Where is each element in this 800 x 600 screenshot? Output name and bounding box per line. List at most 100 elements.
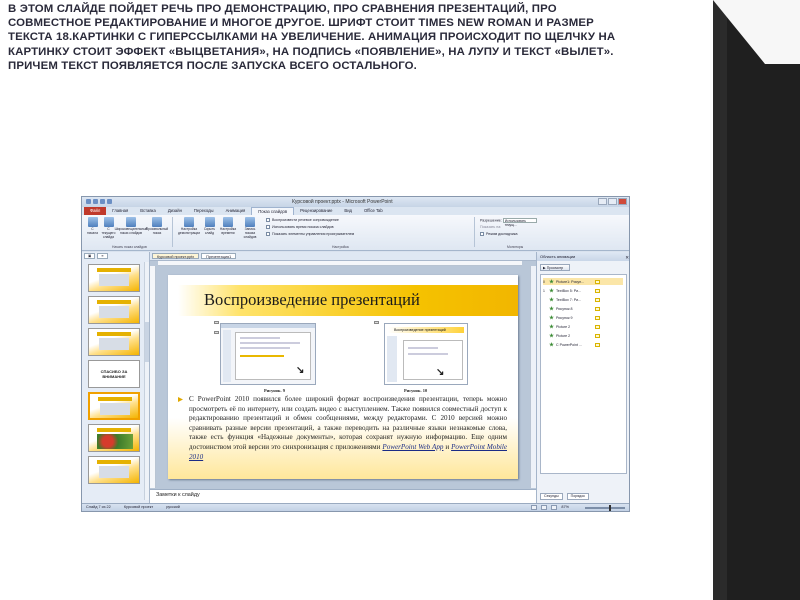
ribbon: С начала С текущего слайда Широковещател… — [82, 215, 629, 251]
tab-animation[interactable]: Анимация — [220, 207, 252, 215]
from-current-button[interactable]: С текущего слайда — [102, 217, 115, 239]
setup-show-button[interactable]: Настройка демонстрации — [178, 217, 200, 239]
bullet-icon — [178, 397, 183, 402]
document-tabs: Курсовой проект.pptx Презентация1 — [150, 252, 536, 261]
resolution-field[interactable]: Разрешение: Использовать текущ... — [480, 218, 537, 227]
checkbox-icon — [266, 232, 270, 236]
animation-item[interactable]: С PowerPoint ... — [543, 341, 600, 348]
normal-view-icon[interactable] — [531, 505, 538, 510]
window-controls — [598, 198, 627, 205]
timer-icon — [223, 217, 233, 227]
slide-thumbnail-selected[interactable]: 22 — [88, 392, 140, 420]
caption-figure-9[interactable]: Рисунок. 9 — [264, 388, 285, 393]
tab-slides[interactable]: ▣ — [84, 253, 96, 259]
presenter-view-checkbox[interactable]: Режим докладчика — [480, 232, 518, 236]
tab-transitions[interactable]: Переходы — [188, 207, 220, 215]
hide-slide-icon — [204, 217, 215, 227]
animation-item[interactable]: TextBox 7: Ри... — [543, 296, 600, 303]
star-icon — [549, 288, 554, 293]
animation-marker — [214, 321, 219, 324]
slide-thumbnail[interactable]: 21СПАСИБО ЗА ВНИМАНИЕ — [88, 360, 140, 388]
slide-thumbnail[interactable]: 20 — [88, 328, 140, 356]
ribbon-tabs: Файл Главная Вставка Дизайн Переходы Ани… — [82, 207, 629, 215]
animation-marker — [374, 321, 379, 324]
zoom-level[interactable]: 87% — [561, 504, 569, 511]
preview-button[interactable]: ▶ Просмотр — [540, 264, 570, 271]
slides-pane: ▣≡ 18 19 20 21СПАСИБО ЗА ВНИМАНИЕ 22 23 … — [82, 252, 150, 504]
timings-checkbox[interactable]: Использовать время показа слайдов — [266, 225, 334, 229]
doc-tab-project[interactable]: Курсовой проект.pptx — [152, 253, 200, 259]
tab-insert[interactable]: Вставка — [134, 207, 162, 215]
slide-thumbnail[interactable]: 19 — [88, 296, 140, 324]
powerpoint-screenshot: Курсовой проект.pptx - Microsoft PowerPo… — [81, 196, 630, 512]
tab-design[interactable]: Дизайн — [162, 207, 188, 215]
status-slide-number: Слайд 7 из 22 — [86, 505, 111, 509]
star-icon — [549, 306, 554, 311]
link-powerpoint-web-app[interactable]: PowerPoint Web App — [382, 443, 443, 451]
close-icon[interactable]: ✕ — [625, 253, 629, 262]
doc-tab-presentation1[interactable]: Презентация1 — [201, 253, 237, 259]
animation-item[interactable]: 1 TextBox 5: Ри... — [543, 287, 600, 294]
broadcast-button[interactable]: Широковещательный показ слайдов — [115, 217, 147, 239]
checkbox-icon — [266, 218, 270, 222]
media-controls-checkbox[interactable]: Показать элементы управления проигрывате… — [266, 232, 354, 236]
star-icon — [549, 324, 554, 329]
tab-view[interactable]: Вид — [338, 207, 358, 215]
title-banner: Воспроизведение презентаций — [178, 285, 518, 316]
slide-corner-decoration — [713, 0, 800, 600]
horizontal-ruler — [158, 261, 522, 266]
slide-body-paragraph[interactable]: С PowerPoint 2010 появился более широкий… — [189, 395, 507, 462]
tab-office-tab[interactable]: Office Tab — [358, 207, 389, 215]
status-bar: Слайд 7 из 22 Курсовой проект русский 87… — [82, 503, 629, 511]
animation-list: 0 Picture1: Рисун... 1 TextBox 5: Ри... Te… — [540, 274, 627, 474]
minimize-icon[interactable] — [598, 198, 607, 205]
thanks-text: СПАСИБО ЗА ВНИМАНИЕ — [100, 369, 128, 379]
narration-checkbox[interactable]: Воспроизвести речевое сопровождение — [266, 218, 339, 222]
animation-item[interactable]: Рисунок 8 — [543, 305, 600, 312]
group-label-setup: Настройка — [332, 245, 349, 249]
custom-show-button[interactable]: Произвольный показ — [146, 217, 168, 239]
slide-title[interactable]: Воспроизведение презентаций — [204, 290, 420, 310]
maximize-icon[interactable] — [608, 198, 617, 205]
animation-item[interactable]: 0 Picture1: Рисун... — [543, 278, 623, 285]
animation-item[interactable]: Рисунок 9 — [543, 314, 600, 321]
slide-thumbnail[interactable]: 23 — [88, 424, 140, 452]
close-icon[interactable] — [618, 198, 627, 205]
slides-scrollbar[interactable] — [144, 262, 149, 500]
tab-home[interactable]: Главная — [106, 207, 134, 215]
notes-pane[interactable]: Заметки к слайду — [150, 489, 536, 504]
timeline-button[interactable]: Секунды — [540, 493, 563, 500]
current-slide[interactable]: Воспроизведение презентаций ↘ Рисунок. 9… — [168, 275, 518, 479]
sorter-view-icon[interactable] — [541, 505, 548, 510]
slide-editor: Курсовой проект.pptx Презентация1 Воспро… — [150, 252, 536, 489]
reading-view-icon[interactable] — [551, 505, 558, 510]
animation-item[interactable]: Picture 2 — [543, 323, 600, 330]
reorder-button[interactable]: Порядок — [566, 493, 589, 500]
figure-10[interactable]: Воспроизведение презентаций — [384, 323, 468, 385]
hide-slide-button[interactable]: Скрыть слайд — [203, 217, 216, 239]
caption-figure-10[interactable]: Рисунок. 10 — [404, 388, 427, 393]
slide-thumbnail[interactable]: 24 — [88, 456, 140, 484]
from-beginning-button[interactable]: С начала — [86, 217, 99, 239]
animation-item[interactable]: Picture 2 — [543, 332, 600, 339]
star-icon — [549, 279, 554, 284]
window-titlebar: Курсовой проект.pptx - Microsoft PowerPo… — [82, 197, 629, 207]
record-show-button[interactable]: Запись показа слайдов — [240, 217, 260, 239]
tab-outline[interactable]: ≡ — [97, 253, 108, 259]
star-icon — [549, 342, 554, 347]
checkbox-icon — [266, 225, 270, 229]
slide-thumbnail[interactable]: 18 — [88, 264, 140, 292]
zoom-slider[interactable] — [585, 504, 625, 511]
status-language[interactable]: русский — [166, 505, 180, 509]
broadcast-icon — [126, 217, 136, 227]
tab-slideshow[interactable]: Показ слайдов — [251, 207, 295, 215]
show-on-field[interactable]: Показать на: — [480, 225, 501, 229]
slide-body-text: В этом слайде пойдет речь про демонстрац… — [8, 3, 616, 72]
tab-file[interactable]: Файл — [84, 207, 107, 215]
star-icon — [549, 297, 554, 302]
animation-pane-footer: Секунды Порядок — [540, 493, 627, 500]
ribbon-separator — [474, 217, 475, 247]
rehearse-timings-button[interactable]: Настройка времени — [219, 217, 237, 239]
tab-review[interactable]: Рецензирование — [294, 207, 338, 215]
status-theme: Курсовой проект — [123, 505, 154, 509]
